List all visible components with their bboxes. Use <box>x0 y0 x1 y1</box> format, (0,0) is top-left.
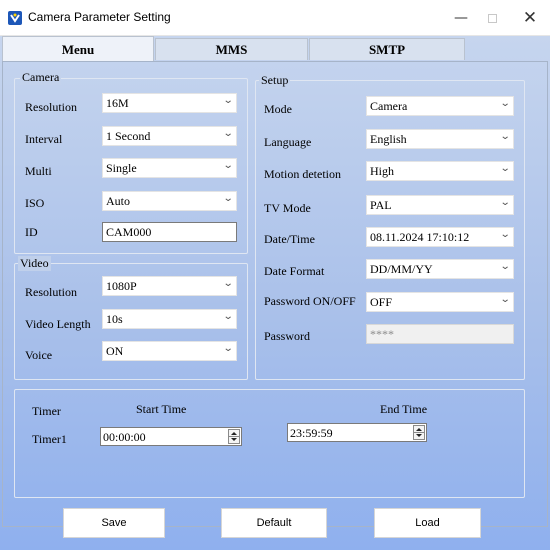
setup-password-onoff-label: Password ON/OFF <box>264 294 356 308</box>
timer1-end-input[interactable]: 23:59:59 <box>287 423 427 442</box>
video-resolution-select[interactable]: 1080P ⌄ <box>102 276 237 296</box>
setup-tvmode-value: PAL <box>370 198 392 212</box>
timer-end-header: End Time <box>380 402 428 416</box>
timer1-end-value: 23:59:59 <box>290 426 333 440</box>
setup-password-onoff-select[interactable]: OFF ⌄ <box>366 292 514 312</box>
camera-resolution-value: 16M <box>106 96 129 110</box>
video-resolution-label: Resolution <box>25 285 78 299</box>
setup-tvmode-select[interactable]: PAL ⌄ <box>366 195 514 215</box>
setup-datetime-value: 08.11.2024 17:10:12 <box>370 230 470 244</box>
camera-resolution-label: Resolution <box>25 100 78 114</box>
timer-label: Timer <box>32 404 61 418</box>
chevron-down-icon: ⌄ <box>499 261 511 272</box>
chevron-down-icon: ⌄ <box>499 229 511 240</box>
timer-start-header: Start Time <box>136 402 187 416</box>
tab-smtp[interactable]: SMTP <box>309 38 465 60</box>
camera-iso-label: ISO <box>25 196 45 210</box>
video-voice-value: ON <box>106 344 124 358</box>
camera-interval-label: Interval <box>25 132 63 146</box>
chevron-down-icon: ⌄ <box>222 278 234 289</box>
title-bar: Camera Parameter Setting — ✕ <box>0 0 550 36</box>
chevron-down-icon: ⌄ <box>222 128 234 139</box>
save-button[interactable]: Save <box>63 508 165 538</box>
camera-multi-value: Single <box>106 161 137 175</box>
setup-dateformat-label: Date Format <box>264 264 325 278</box>
setup-motion-value: High <box>370 164 394 178</box>
setup-password-onoff-value: OFF <box>370 295 393 309</box>
setup-dateformat-select[interactable]: DD/MM/YY ⌄ <box>366 259 514 279</box>
camera-id-input[interactable]: CAM000 <box>102 222 237 242</box>
chevron-down-icon: ⌄ <box>499 294 511 305</box>
setup-tvmode-label: TV Mode <box>264 201 311 215</box>
setup-password-value: **** <box>370 327 394 341</box>
timer1-label: Timer1 <box>32 432 67 446</box>
setup-language-value: English <box>370 132 407 146</box>
load-button[interactable]: Load <box>374 508 481 538</box>
timer-group <box>14 389 525 498</box>
tab-menu[interactable]: Menu <box>2 36 154 62</box>
setup-datetime-label: Date/Time <box>264 232 315 246</box>
chevron-down-icon: ⌄ <box>222 311 234 322</box>
client-area: Menu MMS SMTP Camera Resolution 16M ⌄ Int… <box>0 36 550 550</box>
camera-id-value: CAM000 <box>106 225 152 239</box>
window-title: Camera Parameter Setting <box>28 10 171 24</box>
camera-multi-select[interactable]: Single ⌄ <box>102 158 237 178</box>
setup-motion-select[interactable]: High ⌄ <box>366 161 514 181</box>
camera-interval-value: 1 Second <box>106 129 151 143</box>
chevron-down-icon: ⌄ <box>222 193 234 204</box>
chevron-down-icon: ⌄ <box>499 197 511 208</box>
camera-interval-select[interactable]: 1 Second ⌄ <box>102 126 237 146</box>
timer1-start-input[interactable]: 00:00:00 <box>100 427 242 446</box>
close-button[interactable]: ✕ <box>508 0 550 36</box>
maximize-icon <box>487 13 497 23</box>
camera-id-label: ID <box>25 225 38 239</box>
chevron-down-icon: ⌄ <box>499 163 511 174</box>
camera-resolution-select[interactable]: 16M ⌄ <box>102 93 237 113</box>
video-voice-label: Voice <box>25 348 53 362</box>
chevron-down-icon: ⌄ <box>222 343 234 354</box>
spinner-icon[interactable] <box>228 429 240 444</box>
setup-language-label: Language <box>264 135 312 149</box>
video-length-label: Video Length <box>25 317 91 331</box>
setup-mode-label: Mode <box>264 102 292 116</box>
spinner-icon[interactable] <box>413 425 425 440</box>
video-group-title: Video <box>18 256 51 271</box>
setup-dateformat-value: DD/MM/YY <box>370 262 433 276</box>
app-icon <box>8 11 22 25</box>
default-button[interactable]: Default <box>221 508 327 538</box>
camera-iso-value: Auto <box>106 194 130 208</box>
setup-language-select[interactable]: English ⌄ <box>366 129 514 149</box>
setup-datetime-select[interactable]: 08.11.2024 17:10:12 ⌄ <box>366 227 514 247</box>
camera-iso-select[interactable]: Auto ⌄ <box>102 191 237 211</box>
chevron-down-icon: ⌄ <box>222 160 234 171</box>
chevron-down-icon: ⌄ <box>222 95 234 106</box>
setup-mode-value: Camera <box>370 99 408 113</box>
camera-group-title: Camera <box>20 70 62 85</box>
setup-mode-select[interactable]: Camera ⌄ <box>366 96 514 116</box>
tab-mms[interactable]: MMS <box>155 38 308 60</box>
chevron-down-icon: ⌄ <box>499 98 511 109</box>
video-resolution-value: 1080P <box>106 279 137 293</box>
chevron-down-icon: ⌄ <box>499 131 511 142</box>
setup-group-title: Setup <box>259 73 291 88</box>
video-voice-select[interactable]: ON ⌄ <box>102 341 237 361</box>
video-length-value: 10s <box>106 312 123 326</box>
video-length-select[interactable]: 10s ⌄ <box>102 309 237 329</box>
setup-password-label: Password <box>264 329 311 343</box>
setup-motion-label: Motion detetion <box>264 167 341 181</box>
camera-multi-label: Multi <box>25 164 52 178</box>
setup-password-input[interactable]: **** <box>366 324 514 344</box>
timer1-start-value: 00:00:00 <box>103 430 146 444</box>
